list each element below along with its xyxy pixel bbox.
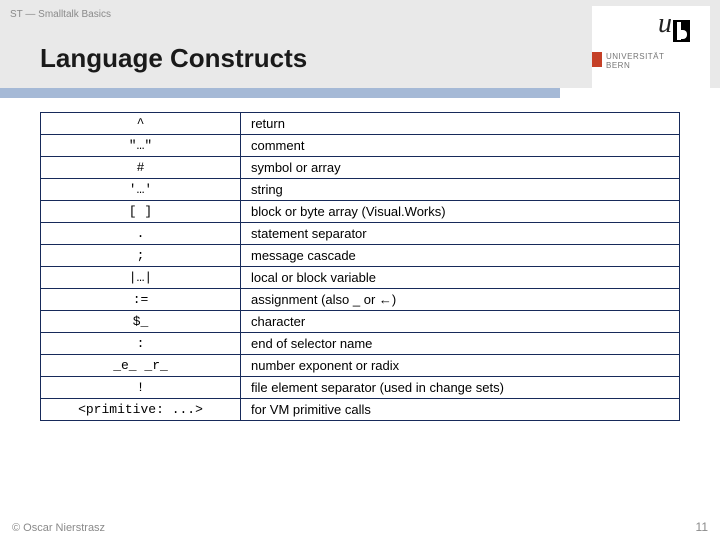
slide: u UNIVERSITÄT BERN ST — Smalltalk Basics… [0, 0, 720, 540]
table-row: _e_ _r_number exponent or radix [41, 355, 680, 377]
page-number: 11 [696, 520, 708, 534]
description-cell: return [241, 113, 680, 135]
university-line1: UNIVERSITÄT [606, 52, 664, 61]
symbol-cell: '…' [41, 179, 241, 201]
copyright: © Oscar Nierstrasz [12, 522, 105, 534]
description-cell: statement separator [241, 223, 680, 245]
accent-stripe [0, 88, 560, 98]
symbol-cell: <primitive: ...> [41, 399, 241, 421]
logo-inner: u UNIVERSITÄT BERN [592, 6, 710, 96]
description-cell: message cascade [241, 245, 680, 267]
table-row: !file element separator (used in change … [41, 377, 680, 399]
logo-b-letter [673, 20, 690, 42]
university-logo: u UNIVERSITÄT BERN [592, 6, 710, 96]
page-title: Language Constructs [40, 43, 307, 74]
symbol-cell: ^ [41, 113, 241, 135]
symbol-cell: # [41, 157, 241, 179]
table-row: <primitive: ...>for VM primitive calls [41, 399, 680, 421]
footer: © Oscar Nierstrasz 11 [12, 520, 708, 534]
symbol-cell: $_ [41, 311, 241, 333]
constructs-table-wrap: ^return "…"comment #symbol or array '…'s… [40, 112, 680, 421]
symbol-cell: ! [41, 377, 241, 399]
constructs-tbody: ^return "…"comment #symbol or array '…'s… [41, 113, 680, 421]
description-cell: string [241, 179, 680, 201]
symbol-cell: _e_ _r_ [41, 355, 241, 377]
table-row: #symbol or array [41, 157, 680, 179]
table-row: '…'string [41, 179, 680, 201]
description-cell: block or byte array (Visual.Works) [241, 201, 680, 223]
description-cell: assignment (also _ or ←) [241, 289, 680, 311]
table-row: ;message cascade [41, 245, 680, 267]
table-row: :end of selector name [41, 333, 680, 355]
constructs-table: ^return "…"comment #symbol or array '…'s… [40, 112, 680, 421]
logo-u-letter: u [658, 8, 672, 40]
symbol-cell: ; [41, 245, 241, 267]
table-row: "…"comment [41, 135, 680, 157]
table-row: $_character [41, 311, 680, 333]
description-cell: comment [241, 135, 680, 157]
table-row: [ ]block or byte array (Visual.Works) [41, 201, 680, 223]
description-cell: symbol or array [241, 157, 680, 179]
description-cell: number exponent or radix [241, 355, 680, 377]
description-cell: character [241, 311, 680, 333]
symbol-cell: : [41, 333, 241, 355]
symbol-cell: |…| [41, 267, 241, 289]
symbol-cell: "…" [41, 135, 241, 157]
description-cell: end of selector name [241, 333, 680, 355]
symbol-cell: [ ] [41, 201, 241, 223]
logo-red-bar [592, 52, 602, 67]
description-cell: file element separator (used in change s… [241, 377, 680, 399]
symbol-cell: . [41, 223, 241, 245]
table-row: :=assignment (also _ or ←) [41, 289, 680, 311]
table-row: |…|local or block variable [41, 267, 680, 289]
description-cell: for VM primitive calls [241, 399, 680, 421]
description-cell: local or block variable [241, 267, 680, 289]
table-row: .statement separator [41, 223, 680, 245]
symbol-cell: := [41, 289, 241, 311]
table-row: ^return [41, 113, 680, 135]
university-line2: BERN [606, 61, 630, 70]
university-name: UNIVERSITÄT BERN [606, 52, 664, 70]
breadcrumb: ST — Smalltalk Basics [10, 9, 111, 20]
